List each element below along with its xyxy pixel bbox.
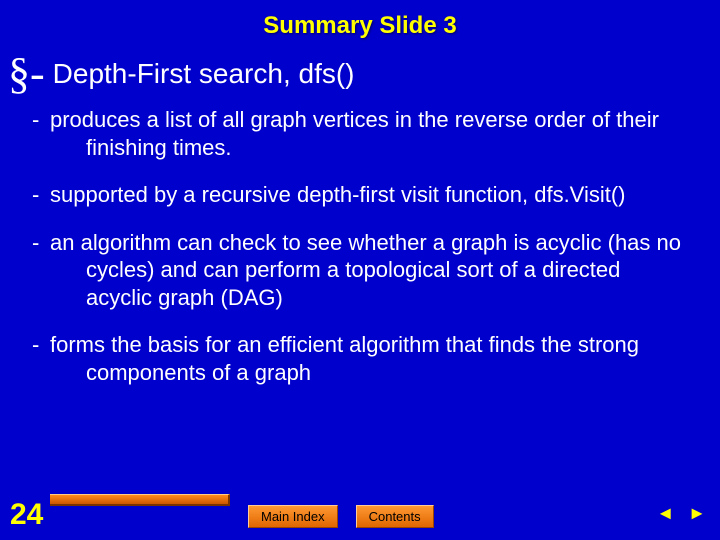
bullet-dash: -: [32, 106, 50, 161]
bullet-dash: -: [32, 229, 50, 312]
bullet-text: supported by a recursive depth-first vis…: [50, 181, 692, 209]
slide-title: Summary Slide 3: [0, 0, 720, 48]
prev-arrow-icon[interactable]: ◄: [656, 503, 674, 524]
next-arrow-icon[interactable]: ►: [688, 503, 706, 524]
bullet-text: an algorithm can check to see whether a …: [50, 229, 692, 312]
section-heading: Depth-First search, dfs(): [53, 58, 355, 90]
main-index-button[interactable]: Main Index: [248, 505, 338, 528]
bullet-item: - supported by a recursive depth-first v…: [32, 181, 692, 209]
section-marker: §-: [8, 52, 45, 96]
contents-button[interactable]: Contents: [356, 505, 434, 528]
bullet-item: - an algorithm can check to see whether …: [32, 229, 692, 312]
bullet-text: forms the basis for an efficient algorit…: [50, 331, 692, 386]
nav-arrows: ◄ ►: [656, 503, 706, 524]
bullet-item: - produces a list of all graph vertices …: [32, 106, 692, 161]
footer: 24 Main Index Contents ◄ ►: [0, 490, 720, 530]
bullet-list: - produces a list of all graph vertices …: [0, 106, 720, 386]
decorative-bar: [50, 494, 230, 506]
page-number: 24: [10, 498, 43, 532]
section-heading-row: §- Depth-First search, dfs(): [0, 52, 720, 96]
bullet-dash: -: [32, 331, 50, 386]
bullet-item: - forms the basis for an efficient algor…: [32, 331, 692, 386]
bullet-dash: -: [32, 181, 50, 209]
nav-buttons: Main Index Contents: [248, 505, 434, 528]
bullet-text: produces a list of all graph vertices in…: [50, 106, 692, 161]
